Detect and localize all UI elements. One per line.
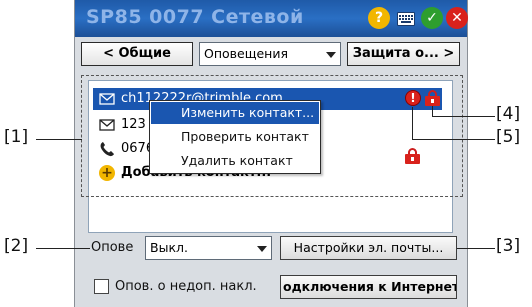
page-select-value: Оповещения bbox=[204, 46, 288, 61]
callout-3: [3] bbox=[496, 236, 521, 256]
page-select[interactable]: Оповещения bbox=[199, 42, 341, 66]
menu-item-check-contact[interactable]: Проверить контакт bbox=[151, 126, 319, 148]
prev-page-button[interactable]: < Общие bbox=[81, 42, 193, 66]
internet-connection-button[interactable]: одключения к Интернету bbox=[280, 275, 457, 299]
email-settings-button[interactable]: Настройки эл. почты... bbox=[280, 236, 457, 260]
menu-item-delete-contact[interactable]: Удалить контакт bbox=[151, 150, 319, 172]
callout-5-leader bbox=[412, 107, 413, 139]
chevron-down-icon bbox=[257, 246, 267, 252]
callout-2: [2] bbox=[4, 236, 29, 256]
chevron-down-icon bbox=[326, 52, 336, 58]
callout-2-leader bbox=[36, 248, 90, 249]
callout-5: [5] bbox=[496, 127, 521, 147]
callout-4-leader bbox=[432, 106, 433, 116]
context-menu: Изменить контакт... Проверить контакт Уд… bbox=[149, 100, 321, 174]
menu-item-edit-contact[interactable]: Изменить контакт... bbox=[151, 102, 319, 124]
close-icon[interactable]: ✕ bbox=[446, 7, 468, 29]
notify-label: Опове bbox=[91, 240, 134, 255]
keyboard-icon[interactable] bbox=[397, 11, 415, 26]
callout-4-leader bbox=[432, 116, 495, 117]
next-page-button[interactable]: Защита о... > bbox=[347, 42, 460, 66]
callout-1-leader bbox=[36, 139, 82, 140]
callout-4: [4] bbox=[496, 104, 521, 124]
window-title: SP85 0077 Сетевой bbox=[86, 6, 304, 28]
callout-1: [1] bbox=[4, 127, 29, 147]
help-icon[interactable]: ? bbox=[368, 7, 390, 29]
ok-icon[interactable]: ✓ bbox=[421, 7, 443, 29]
notify-select[interactable]: Выкл. bbox=[145, 236, 272, 260]
callout-5-leader bbox=[412, 139, 495, 140]
tilt-alert-label: Опов. о недоп. накл. bbox=[115, 279, 257, 294]
callout-3-leader bbox=[457, 248, 495, 249]
notify-select-value: Выкл. bbox=[150, 240, 188, 255]
tilt-alert-checkbox[interactable] bbox=[94, 279, 109, 294]
